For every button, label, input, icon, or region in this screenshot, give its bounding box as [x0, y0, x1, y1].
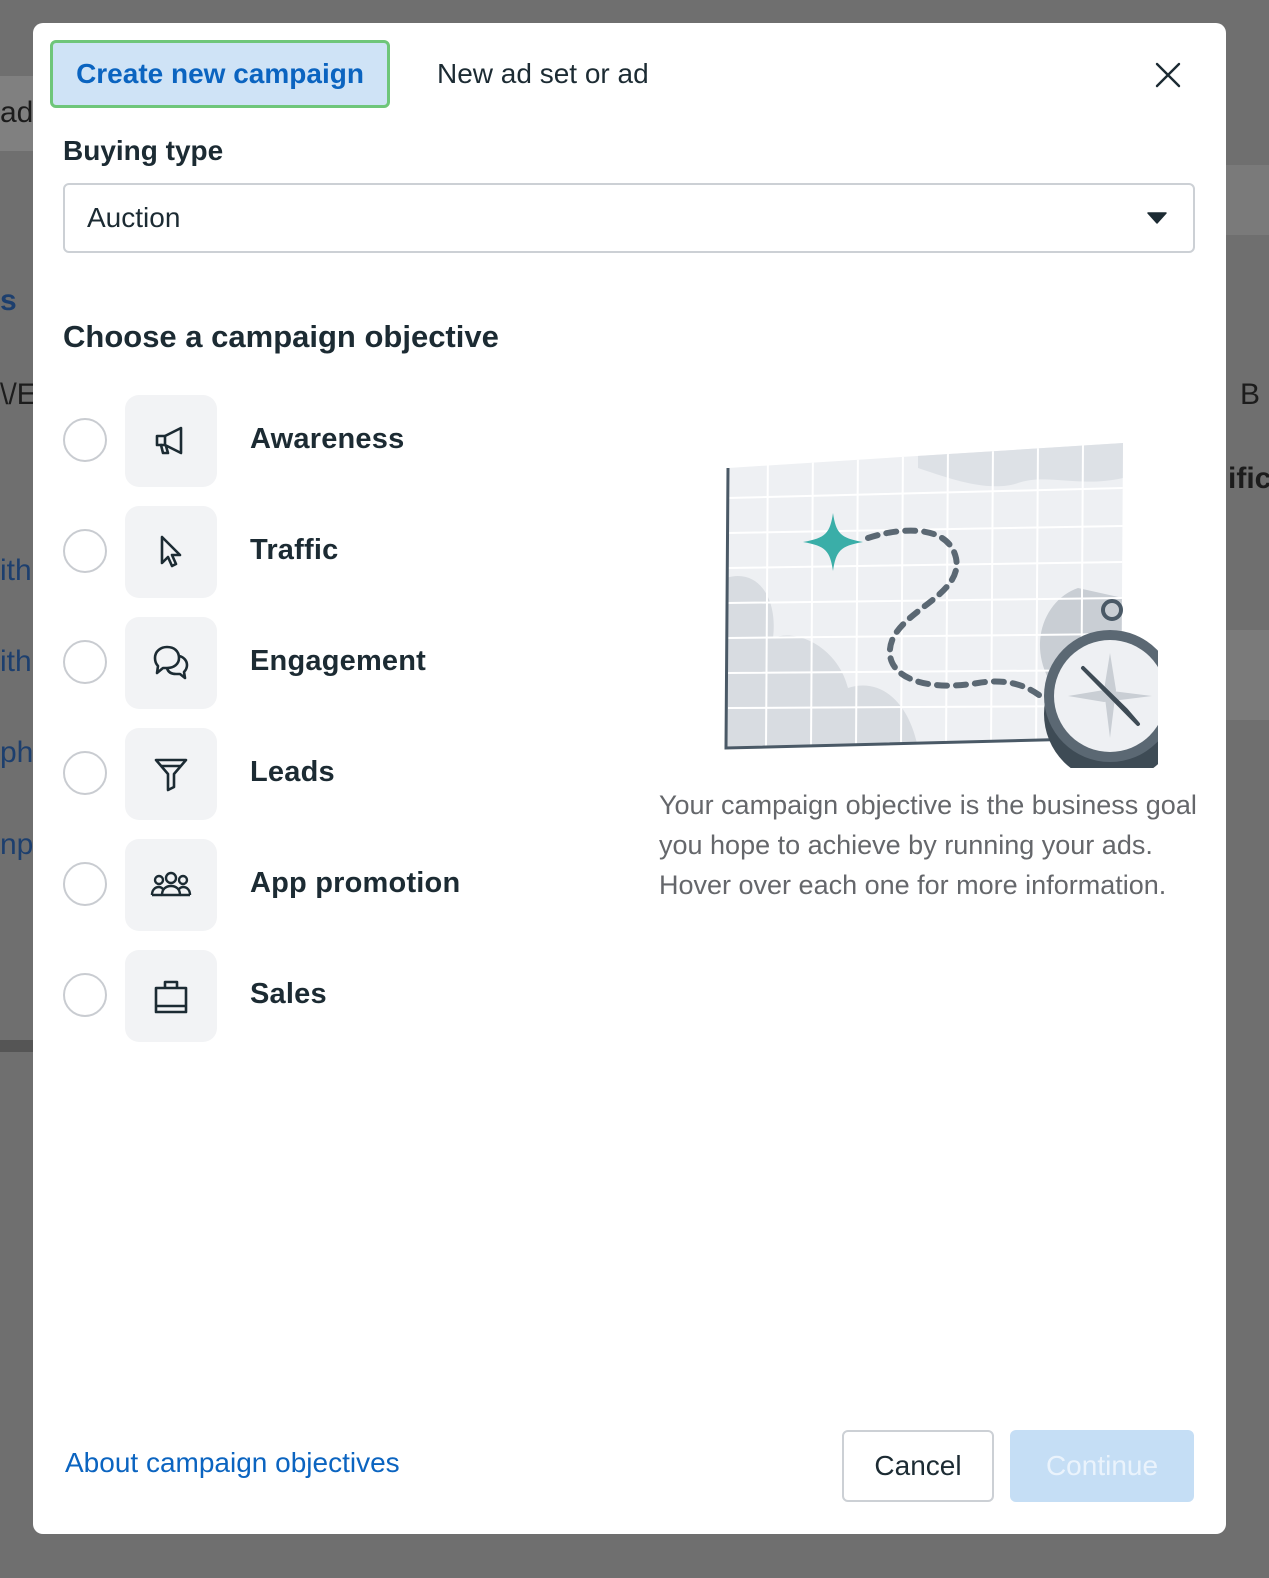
awareness-radio[interactable] [63, 418, 107, 462]
cursor-icon [160, 535, 182, 568]
create-campaign-dialog: Create new campaign New ad set or ad Buy… [33, 23, 1226, 1534]
objective-option-awareness[interactable]: Awareness [63, 395, 623, 506]
objective-option-traffic[interactable]: Traffic [63, 506, 623, 617]
caret-down-icon [1147, 212, 1167, 224]
leads-radio[interactable] [63, 751, 107, 795]
buying-type-label: Buying type [63, 135, 224, 166]
background-text: ith [0, 554, 32, 587]
tab-create-new-campaign[interactable]: Create new campaign [50, 40, 390, 108]
traffic-icon-tile [125, 506, 217, 598]
objective-option-leads[interactable]: Leads [63, 728, 623, 839]
background-text: \/E [0, 378, 37, 411]
sales-icon-tile [125, 950, 217, 1042]
background-strip [1226, 630, 1269, 720]
objective-option-sales[interactable]: Sales [63, 950, 623, 1061]
cancel-button[interactable]: Cancel [842, 1430, 994, 1502]
engagement-icon-tile [125, 617, 217, 709]
chat-bubbles-icon [153, 645, 189, 680]
awareness-icon-tile [125, 395, 217, 487]
background-strip [1226, 165, 1269, 235]
traffic-label: Traffic [250, 534, 339, 566]
engagement-radio[interactable] [63, 640, 107, 684]
leads-icon-tile [125, 728, 217, 820]
tab-new-ad-set-or-ad[interactable]: New ad set or ad [437, 40, 649, 108]
app-promotion-radio[interactable] [63, 862, 107, 906]
background-text: B [1240, 378, 1261, 411]
close-icon [1155, 62, 1181, 88]
app-promotion-label: App promotion [250, 867, 461, 899]
sales-label: Sales [250, 978, 327, 1010]
background-text: ph [0, 736, 34, 769]
buying-type-value: Auction [87, 202, 181, 233]
sales-radio[interactable] [63, 973, 107, 1017]
awareness-label: Awareness [250, 423, 405, 455]
engagement-label: Engagement [250, 645, 427, 677]
campaign-objective-heading: Choose a campaign objective [63, 319, 499, 354]
megaphone-icon [155, 426, 183, 455]
background-text: s [0, 284, 17, 317]
people-group-icon [150, 871, 192, 897]
shopping-bag-icon [154, 980, 188, 1014]
tab-create-new-campaign-label: Create new campaign [76, 58, 364, 89]
tab-new-ad-set-or-ad-label: New ad set or ad [437, 58, 649, 89]
cancel-button-label: Cancel [874, 1450, 962, 1481]
funnel-icon [154, 758, 188, 792]
app-promotion-icon-tile [125, 839, 217, 931]
buying-type-select[interactable]: Auction [63, 183, 1195, 253]
continue-button[interactable]: Continue [1010, 1430, 1194, 1502]
traffic-radio[interactable] [63, 529, 107, 573]
background-strip [0, 1040, 33, 1052]
objective-option-app-promotion[interactable]: App promotion [63, 839, 623, 950]
leads-label: Leads [250, 756, 335, 788]
continue-button-label: Continue [1045, 1450, 1159, 1481]
background-text: ific [1228, 462, 1269, 495]
objective-description: Your campaign objective is the business … [659, 790, 1197, 900]
background-text: ith [0, 645, 32, 678]
objective-list: Awareness Traffic Engagement Leads App p… [63, 395, 623, 1061]
close-button[interactable] [1148, 55, 1188, 95]
objective-option-engagement[interactable]: Engagement [63, 617, 623, 728]
about-campaign-objectives-link[interactable]: About campaign objectives [65, 1447, 400, 1479]
map-compass-illustration [724, 443, 1158, 768]
